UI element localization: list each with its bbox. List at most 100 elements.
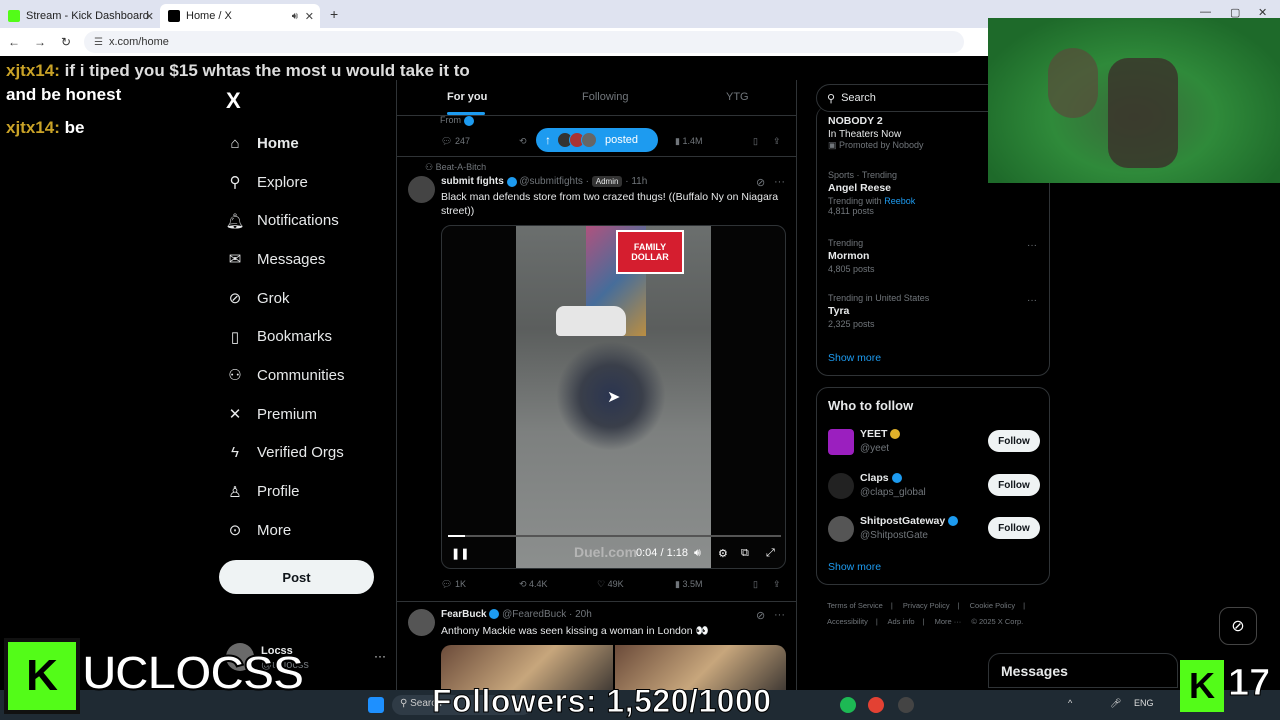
tray-language[interactable]: ENG [1134, 698, 1154, 708]
forward-arrow-icon[interactable]: → [28, 35, 52, 49]
sidebar-item-grok[interactable]: ⊘ Grok [226, 279, 345, 318]
show-more-follow-link[interactable]: Show more [828, 561, 881, 573]
reload-icon[interactable]: ↻ [54, 35, 78, 49]
avatar[interactable] [828, 473, 854, 499]
show-more-trends-link[interactable]: Show more [828, 352, 881, 364]
grok-icon[interactable]: ⊘ [1219, 607, 1257, 645]
tab-ytg[interactable]: YTG [726, 91, 749, 103]
repost-button[interactable]: ⟲ 4.4K [519, 579, 548, 590]
close-icon[interactable]: ✕ [145, 10, 154, 23]
author-name[interactable]: FearBuck [441, 609, 487, 620]
minimize-icon[interactable]: — [1200, 6, 1211, 18]
views-button[interactable]: ▮ 3.5M [675, 579, 702, 590]
footer-link[interactable]: Accessibility [827, 617, 868, 626]
views-button[interactable]: ▮ 1.4M [675, 136, 702, 147]
sidebar-item-messages[interactable]: ✉ Messages [226, 240, 345, 279]
author-name[interactable]: submit fights [441, 176, 504, 187]
footer-link[interactable]: Terms of Service [827, 601, 883, 610]
follow-suggestion[interactable]: Claps @claps_global Follow [828, 471, 1040, 501]
trend-item[interactable]: Trending in United States Tyra 2,325 pos… [828, 293, 929, 329]
author-handle[interactable]: @FearedBuck [502, 609, 566, 620]
more-icon[interactable]: ··· [1027, 295, 1037, 306]
sidebar-item-notifications[interactable]: 🔔︎ Notifications [225, 201, 345, 240]
chevron-up-icon[interactable]: ^ [1068, 698, 1072, 708]
avatar[interactable] [828, 429, 854, 455]
footer-more[interactable]: More ··· [935, 617, 962, 626]
bookmark-icon[interactable]: ▯ [753, 579, 758, 590]
messages-drawer[interactable]: Messages [988, 653, 1178, 688]
share-icon[interactable]: ⇪ [773, 579, 781, 590]
volume-icon[interactable]: 🔊︎ [694, 547, 701, 560]
sidebar-item-home[interactable]: ⌂ Home [226, 124, 345, 163]
follow-button[interactable]: Follow [988, 517, 1040, 539]
bookmark-icon[interactable]: ▯ [753, 136, 758, 147]
more-icon[interactable]: ··· [1027, 240, 1037, 251]
sidebar-item-explore[interactable]: ⚲ Explore [226, 163, 345, 202]
sidebar-item-communities[interactable]: ⚇ Communities [226, 356, 344, 395]
sidebar-item-premium[interactable]: ✕ Premium [226, 395, 345, 434]
reply-button[interactable]: 💬︎ 1K [441, 579, 466, 590]
reply-button[interactable]: 💬︎ 247 [441, 136, 470, 147]
sidebar-item-bookmarks[interactable]: ▯ Bookmarks [226, 317, 345, 356]
trend-context: Trending [828, 238, 864, 248]
chrome-icon[interactable] [868, 697, 884, 713]
speaker-icon[interactable]: 🔊︎ [292, 11, 298, 22]
windows-start-icon[interactable] [368, 697, 384, 713]
sidebar-item-more[interactable]: ⊙ More [226, 511, 345, 550]
follow-suggestion[interactable]: YEET @yeet Follow [828, 427, 1040, 457]
mouse-cursor-icon: ➤ [607, 389, 621, 406]
like-button[interactable]: ♡ 49K [597, 579, 624, 590]
footer-link[interactable]: Cookie Policy [970, 601, 1015, 610]
trend-link[interactable]: Reebok [884, 196, 915, 206]
pip-icon[interactable]: ⧉ [741, 547, 749, 560]
trend-item[interactable]: Sports · Trending Angel Reese Trending w… [828, 170, 915, 216]
post-time[interactable]: · 20h [569, 609, 592, 620]
social-context[interactable]: ⚇ Beat-A-Bitch [425, 162, 486, 173]
avatar[interactable] [828, 516, 854, 542]
app-icon[interactable] [898, 697, 914, 713]
verified-badge-icon [948, 516, 959, 527]
repost-icon[interactable]: ⟲ [519, 136, 527, 147]
avatar[interactable] [408, 609, 435, 636]
author-handle[interactable]: @submitfights [519, 176, 583, 187]
grok-icon[interactable]: ⊘ [756, 609, 765, 622]
close-icon[interactable]: ✕ [305, 10, 314, 23]
trend-item[interactable]: Trending Mormon 4,805 posts [828, 238, 875, 274]
avatar[interactable] [408, 176, 435, 203]
tab-kick-dashboard[interactable]: Stream - Kick Dashboard ✕ [0, 4, 160, 28]
post-button[interactable]: Post [219, 560, 374, 594]
post-time[interactable]: · 11h [625, 176, 647, 187]
trend-item-promoted[interactable]: NOBODY 2 In Theaters Now ▣ Promoted by N… [828, 113, 924, 151]
site-info-icon[interactable]: ☰ [94, 37, 103, 48]
follow-button[interactable]: Follow [988, 474, 1040, 496]
video-time: 0:04 / 1:18 [636, 547, 688, 559]
tab-for-you[interactable]: For you [447, 91, 487, 103]
footer-link[interactable]: Ads info [887, 617, 914, 626]
video-progress-bar[interactable] [448, 535, 781, 537]
sidebar-item-label: Messages [257, 250, 326, 268]
footer-link[interactable]: Privacy Policy [903, 601, 950, 610]
new-posts-pill[interactable]: ↑ posted [536, 128, 658, 152]
more-icon[interactable]: ··· [774, 609, 785, 621]
share-icon[interactable]: ⇪ [773, 136, 781, 147]
follow-button[interactable]: Follow [988, 430, 1040, 452]
microphone-icon[interactable]: 🎤︎ [1110, 698, 1121, 709]
spotify-icon[interactable] [840, 697, 856, 713]
tab-home-x[interactable]: Home / X 🔊︎ ✕ [160, 4, 320, 28]
pause-icon[interactable]: ❚❚ [451, 547, 469, 560]
more-icon[interactable]: ··· [374, 649, 386, 663]
follow-suggestion[interactable]: ShitpostGateway @ShitpostGate Follow [828, 514, 1040, 544]
more-icon[interactable]: ··· [774, 176, 785, 188]
back-arrow-icon[interactable]: ← [2, 35, 26, 49]
address-bar[interactable]: ☰ x.com/home [84, 31, 964, 53]
people-icon: ⚇ [228, 367, 242, 385]
grok-icon[interactable]: ⊘ [756, 176, 765, 189]
new-tab-icon[interactable]: + [330, 6, 338, 22]
sidebar-item-verified-orgs[interactable]: ϟ Verified Orgs [226, 434, 345, 473]
tab-following[interactable]: Following [582, 91, 628, 103]
fullscreen-icon[interactable]: ⤢ [766, 547, 775, 560]
trend-context: Sports · Trending [828, 170, 898, 180]
sidebar-item-profile[interactable]: ♙ Profile [226, 472, 345, 511]
settings-gear-icon[interactable]: ⚙ [718, 547, 728, 560]
x-logo[interactable]: X [226, 88, 241, 114]
